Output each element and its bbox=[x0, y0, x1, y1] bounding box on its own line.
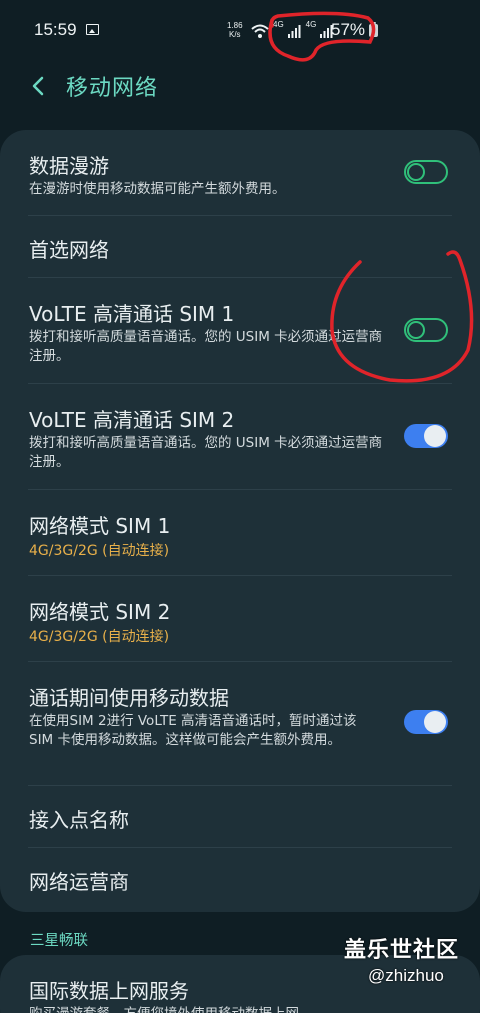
row-subtitle: 在漫游时使用移动数据可能产生额外费用。 bbox=[29, 181, 286, 197]
preferred-network-row[interactable]: 首选网络 bbox=[0, 216, 480, 278]
toggle-knob bbox=[407, 321, 425, 339]
data-during-calls-row[interactable]: 通话期间使用移动数据 在使用SIM 2进行 VoLTE 高清语音通话时，暂时通过… bbox=[0, 662, 480, 786]
row-subtitle: 拨打和接听高质量语音通话。您的 USIM 卡必须通过运营商注册。 bbox=[29, 435, 383, 470]
row-title: 首选网络 bbox=[29, 238, 109, 262]
app-header: 移动网络 bbox=[0, 62, 480, 126]
volte-sim1-toggle[interactable] bbox=[404, 318, 448, 342]
image-icon bbox=[86, 24, 99, 35]
row-value: 4G/3G/2G (自动连接) bbox=[29, 543, 170, 559]
network-speed-value: 1.86 bbox=[227, 21, 243, 30]
data-during-calls-toggle[interactable] bbox=[404, 710, 448, 734]
toggle-knob bbox=[407, 163, 425, 181]
wifi-icon bbox=[251, 24, 269, 38]
access-point-names-row[interactable]: 接入点名称 bbox=[0, 786, 480, 848]
status-time: 15:59 bbox=[34, 20, 77, 39]
toggle-knob bbox=[424, 425, 446, 447]
row-value: 4G/3G/2G (自动连接) bbox=[29, 629, 170, 645]
network-operators-row[interactable]: 网络运营商 bbox=[0, 848, 480, 910]
page-title: 移动网络 bbox=[66, 76, 159, 101]
volte-sim2-toggle[interactable] bbox=[404, 424, 448, 448]
watermark-handle: @zhizhuo bbox=[368, 966, 444, 985]
row-subtitle: 购买漫游套餐，方便您境外使用移动数据上网。 bbox=[29, 1005, 359, 1013]
row-title: 通话期间使用移动数据 bbox=[29, 686, 229, 710]
toggle-knob bbox=[424, 711, 446, 733]
row-title: 网络模式 SIM 2 bbox=[29, 600, 171, 624]
network-mode-sim1-row[interactable]: 网络模式 SIM 1 4G/3G/2G (自动连接) bbox=[0, 490, 480, 576]
section-header: 三星畅联 bbox=[30, 933, 88, 949]
network-mode-sim2-row[interactable]: 网络模式 SIM 2 4G/3G/2G (自动连接) bbox=[0, 576, 480, 662]
row-title: VoLTE 高清通话 SIM 1 bbox=[29, 302, 235, 326]
settings-card: 数据漫游 在漫游时使用移动数据可能产生额外费用。 首选网络 VoLTE 高清通话… bbox=[0, 130, 480, 912]
network-speed: 1.86 K/s bbox=[227, 21, 243, 39]
status-icons: 4G 4G bbox=[251, 20, 334, 42]
watermark-title: 盖乐世社区 bbox=[344, 938, 460, 963]
battery-percent: 57% bbox=[331, 20, 366, 39]
row-title: 网络模式 SIM 1 bbox=[29, 514, 171, 538]
row-title: 网络运营商 bbox=[29, 870, 129, 894]
volte-sim2-row[interactable]: VoLTE 高清通话 SIM 2 拨打和接听高质量语音通话。您的 USIM 卡必… bbox=[0, 384, 480, 490]
row-title: 国际数据上网服务 bbox=[29, 979, 189, 1003]
battery-icon bbox=[369, 22, 378, 37]
row-subtitle: 拨打和接听高质量语音通话。您的 USIM 卡必须通过运营商注册。 bbox=[29, 329, 383, 364]
status-bar: 15:59 1.86 K/s 4G 4G 57% bbox=[0, 0, 480, 62]
volte-sim1-row[interactable]: VoLTE 高清通话 SIM 1 拨打和接听高质量语音通话。您的 USIM 卡必… bbox=[0, 278, 480, 384]
network-type-label-1: 4G bbox=[273, 20, 284, 29]
network-speed-unit: K/s bbox=[229, 30, 241, 39]
data-roaming-row[interactable]: 数据漫游 在漫游时使用移动数据可能产生额外费用。 bbox=[0, 130, 480, 216]
signal-icon bbox=[287, 25, 301, 38]
row-title: 接入点名称 bbox=[29, 808, 129, 832]
network-type-label-2: 4G bbox=[305, 20, 317, 29]
row-subtitle: 在使用SIM 2进行 VoLTE 高清语音通话时，暂时通过该 SIM 卡使用移动… bbox=[29, 713, 357, 748]
data-roaming-toggle[interactable] bbox=[404, 160, 448, 184]
row-title: 数据漫游 bbox=[29, 154, 109, 178]
row-title: VoLTE 高清通话 SIM 2 bbox=[29, 408, 235, 432]
back-arrow-icon[interactable] bbox=[26, 72, 54, 100]
